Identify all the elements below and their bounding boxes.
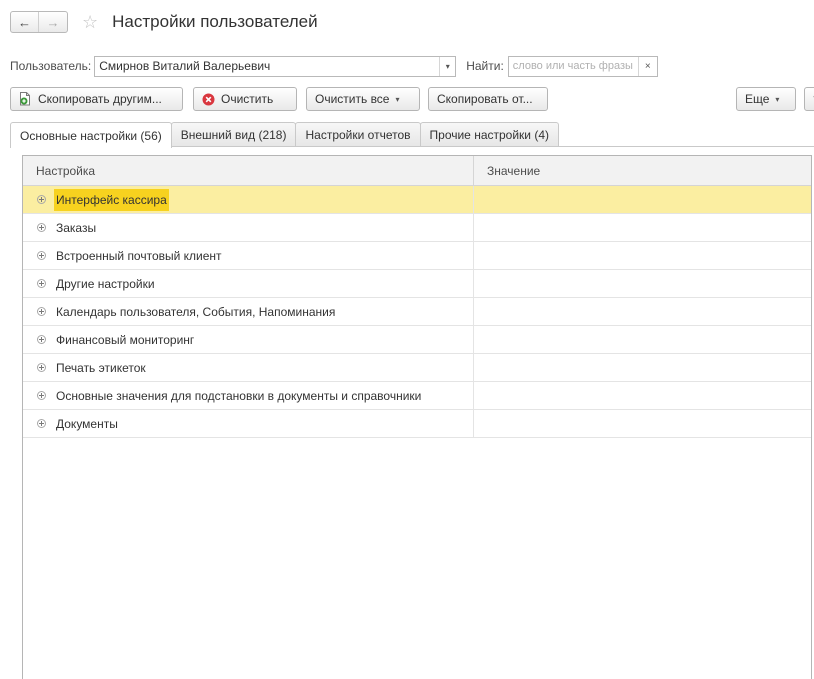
value-cell[interactable]: [474, 298, 811, 325]
help-button[interactable]: ?: [804, 87, 814, 111]
clear-all-button[interactable]: Очистить все ▾: [306, 87, 420, 111]
page-title: Настройки пользователей: [112, 12, 318, 31]
setting-label: Основные значения для подстановки в доку…: [56, 388, 422, 403]
setting-label: Печать этикеток: [56, 360, 146, 375]
document-copy-icon: [19, 92, 32, 106]
find-label: Найти:: [466, 59, 504, 73]
copy-from-label: Скопировать от...: [437, 92, 533, 106]
setting-cell: Основные значения для подстановки в доку…: [23, 382, 474, 409]
settings-grid: Настройка Значение Интерфейс кассира Зак…: [22, 155, 812, 679]
tab-appearance[interactable]: Внешний вид (218): [170, 122, 297, 147]
plus-circle-icon[interactable]: [37, 251, 46, 260]
setting-cell: Календарь пользователя, События, Напомин…: [23, 298, 474, 325]
table-row[interactable]: Интерфейс кассира: [23, 186, 811, 214]
copy-to-others-button[interactable]: Скопировать другим...: [10, 87, 183, 111]
clear-label: Очистить: [221, 92, 274, 106]
copy-to-others-label: Скопировать другим...: [38, 92, 162, 106]
table-row[interactable]: Календарь пользователя, События, Напомин…: [23, 298, 811, 326]
forward-button[interactable]: →: [39, 12, 67, 32]
value-cell[interactable]: [474, 354, 811, 381]
plus-circle-icon[interactable]: [37, 279, 46, 288]
plus-circle-icon[interactable]: [37, 223, 46, 232]
plus-circle-icon[interactable]: [37, 363, 46, 372]
find-field: ×: [507, 55, 658, 77]
plus-circle-icon[interactable]: [37, 307, 46, 316]
search-input[interactable]: [508, 57, 639, 75]
setting-cell: Финансовый мониторинг: [23, 326, 474, 353]
setting-label: Финансовый мониторинг: [56, 332, 195, 347]
table-row[interactable]: Финансовый мониторинг: [23, 326, 811, 354]
setting-label: Встроенный почтовый клиент: [56, 248, 222, 263]
value-cell[interactable]: [474, 382, 811, 409]
clear-button[interactable]: Очистить: [193, 87, 297, 111]
table-row[interactable]: Основные значения для подстановки в доку…: [23, 382, 811, 410]
navigation-buttons: ← →: [10, 11, 68, 33]
user-select-value: Смирнов Виталий Валерьевич: [99, 59, 271, 73]
clear-icon: [202, 93, 215, 106]
chevron-down-icon: ▾: [775, 94, 780, 104]
clear-search-icon[interactable]: ×: [637, 56, 657, 76]
setting-label: Заказы: [56, 220, 97, 235]
setting-cell: Встроенный почтовый клиент: [23, 242, 474, 269]
title-bar: ← → ☆ Настройки пользователей: [10, 8, 318, 36]
chevron-down-icon: ▾: [395, 94, 400, 104]
value-cell[interactable]: [474, 270, 811, 297]
value-cell[interactable]: [474, 186, 811, 213]
toolbar: Скопировать другим... Очистить Очистить …: [10, 87, 814, 112]
grid-header: Настройка Значение: [23, 156, 811, 186]
clear-all-label: Очистить все: [315, 92, 390, 106]
value-cell[interactable]: [474, 242, 811, 269]
plus-circle-icon[interactable]: [37, 419, 46, 428]
table-row[interactable]: Заказы: [23, 214, 811, 242]
table-row[interactable]: Печать этикеток: [23, 354, 811, 382]
user-select-field[interactable]: Смирнов Виталий Валерьевич ▾: [94, 55, 457, 77]
tab-other-settings[interactable]: Прочие настройки (4): [419, 122, 559, 147]
back-button[interactable]: ←: [11, 12, 39, 32]
column-header-setting[interactable]: Настройка: [23, 156, 474, 185]
more-button[interactable]: Еще ▾: [736, 87, 796, 111]
value-cell[interactable]: [474, 214, 811, 241]
more-label: Еще: [745, 92, 770, 106]
filter-row: Пользователь: Смирнов Виталий Валерьевич…: [10, 55, 658, 77]
tab-report-settings[interactable]: Настройки отчетов: [295, 122, 421, 147]
setting-label: Документы: [56, 416, 118, 431]
table-row[interactable]: Встроенный почтовый клиент: [23, 242, 811, 270]
tab-main-settings[interactable]: Основные настройки (56): [10, 122, 172, 148]
copy-from-button[interactable]: Скопировать от...: [428, 87, 548, 111]
plus-circle-icon[interactable]: [37, 391, 46, 400]
column-header-value[interactable]: Значение: [474, 156, 811, 185]
value-cell[interactable]: [474, 410, 811, 437]
setting-cell: Интерфейс кассира: [23, 186, 474, 213]
plus-circle-icon[interactable]: [37, 335, 46, 344]
user-label: Пользователь:: [10, 59, 92, 73]
table-row[interactable]: Другие настройки: [23, 270, 811, 298]
setting-label: Календарь пользователя, События, Напомин…: [56, 304, 336, 319]
plus-circle-icon[interactable]: [37, 195, 46, 204]
settings-tabs: Основные настройки (56) Внешний вид (218…: [10, 122, 559, 148]
setting-cell: Другие настройки: [23, 270, 474, 297]
setting-label: Интерфейс кассира: [54, 188, 169, 211]
setting-cell: Заказы: [23, 214, 474, 241]
table-row[interactable]: Документы: [23, 410, 811, 438]
chevron-down-icon[interactable]: ▾: [439, 56, 455, 76]
setting-cell: Печать этикеток: [23, 354, 474, 381]
setting-label: Другие настройки: [56, 276, 155, 291]
favorite-star-icon[interactable]: ☆: [82, 13, 98, 31]
value-cell[interactable]: [474, 326, 811, 353]
setting-cell: Документы: [23, 410, 474, 437]
